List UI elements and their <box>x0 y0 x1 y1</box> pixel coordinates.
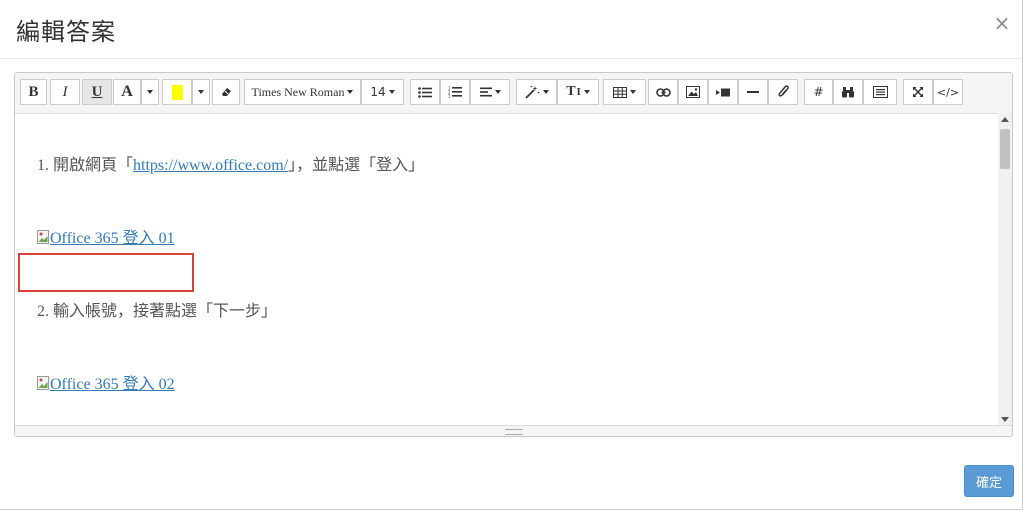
find-button[interactable] <box>833 79 863 105</box>
scroll-up-icon[interactable] <box>1001 117 1009 122</box>
step-1-prefix: 1. 開啟網頁「 <box>37 157 134 174</box>
chevron-down-icon <box>543 90 549 94</box>
table-dropdown[interactable] <box>603 79 646 105</box>
template-button[interactable] <box>863 79 897 105</box>
underline-button[interactable]: U <box>82 79 112 105</box>
font-family-dropdown[interactable]: Times New Roman <box>244 79 361 105</box>
align-dropdown[interactable] <box>470 79 510 105</box>
highlight-annotation-box <box>18 253 194 292</box>
paperclip-icon <box>777 85 789 97</box>
scrollbar-thumb[interactable] <box>1000 129 1010 169</box>
text-style-label: T <box>566 84 576 99</box>
video-icon <box>716 88 730 96</box>
horizontal-rule-button[interactable] <box>738 79 768 105</box>
svg-text:3: 3 <box>448 94 451 99</box>
broken-image-icon <box>37 230 49 244</box>
font-color-button[interactable]: A <box>113 79 141 105</box>
eraser-icon <box>222 88 231 96</box>
chevron-down-icon <box>147 90 153 94</box>
highlight-button[interactable] <box>162 79 192 105</box>
fullscreen-button[interactable] <box>903 79 933 105</box>
highlight-swatch-icon <box>171 84 183 100</box>
chevron-down-icon <box>198 90 204 94</box>
hashtag-button[interactable]: # <box>804 79 833 105</box>
vertical-scrollbar[interactable] <box>998 113 1012 426</box>
image-2-placeholder[interactable]: Office 365 登入 02 <box>37 370 175 394</box>
image-1-placeholder[interactable]: Office 365 登入 01 <box>37 224 175 248</box>
office-link[interactable]: https://www.office.com/ <box>133 157 288 174</box>
eraser-button[interactable] <box>212 79 240 105</box>
expand-icon <box>913 87 923 97</box>
editor-toolbar: B I U A Times New Roman 14 123 T I # </> <box>15 73 1012 114</box>
image-2-alt-text: Office 365 登入 02 <box>50 376 175 393</box>
editor-resize-handle[interactable] <box>15 425 1012 436</box>
text-style-dropdown[interactable]: TI <box>557 79 599 105</box>
highlight-dropdown[interactable] <box>192 79 210 105</box>
font-size-dropdown[interactable]: 14 <box>361 79 404 105</box>
step-2-paragraph: 2. 輸入帳號，接著點選「下一步」 <box>37 303 278 320</box>
image-icon <box>686 86 700 98</box>
dialog-header: 編輯答案 × <box>0 0 1022 59</box>
font-family-value: Times New Roman <box>251 84 345 99</box>
chevron-down-icon <box>494 90 501 94</box>
video-button[interactable] <box>708 79 738 105</box>
magic-wand-icon <box>525 85 540 99</box>
image-1-alt-text: Office 365 登入 01 <box>50 230 175 247</box>
step-1-suffix: 」，並點選「登入」 <box>288 157 425 174</box>
binoculars-icon <box>842 87 854 98</box>
chevron-down-icon <box>630 90 636 94</box>
attachment-button[interactable] <box>768 79 798 105</box>
bold-button[interactable]: B <box>20 79 47 105</box>
font-size-value: 14 <box>370 85 386 99</box>
confirm-button[interactable]: 確定 <box>964 465 1014 497</box>
editor-content-area[interactable]: 1. 開啟網頁「https://www.office.com/」，並點選「登入」… <box>15 113 998 426</box>
chevron-down-icon <box>583 90 590 94</box>
edit-answer-dialog: 編輯答案 × B I U A Times New Roman 14 1 2 3 … <box>0 0 1023 510</box>
ordered-list-icon: 123 <box>448 86 462 98</box>
font-color-dropdown[interactable] <box>141 79 159 105</box>
chevron-down-icon <box>388 90 395 94</box>
table-icon <box>613 86 627 98</box>
image-button[interactable] <box>678 79 708 105</box>
link-button[interactable] <box>648 79 678 105</box>
code-view-button[interactable]: </> <box>933 79 963 105</box>
italic-button[interactable]: I <box>50 79 80 105</box>
link-icon <box>655 87 671 97</box>
scroll-down-icon[interactable] <box>1001 417 1009 422</box>
align-left-icon <box>479 87 492 97</box>
grip-icon <box>504 429 523 435</box>
magic-wand-dropdown[interactable] <box>516 79 557 105</box>
horizontal-rule-icon <box>747 91 759 93</box>
template-icon <box>872 86 888 98</box>
ordered-list-button[interactable]: 123 <box>440 79 470 105</box>
text-style-cursor-icon: I <box>576 86 581 98</box>
unordered-list-button[interactable] <box>410 79 440 105</box>
chevron-down-icon <box>347 90 354 94</box>
rich-text-editor: B I U A Times New Roman 14 123 T I # </>… <box>14 72 1013 437</box>
unordered-list-icon <box>418 86 432 98</box>
close-button[interactable]: × <box>992 12 1012 34</box>
broken-image-icon <box>37 376 49 390</box>
dialog-title: 編輯答案 <box>16 18 116 46</box>
step-1-paragraph: 1. 開啟網頁「https://www.office.com/」，並點選「登入」 <box>37 151 424 175</box>
